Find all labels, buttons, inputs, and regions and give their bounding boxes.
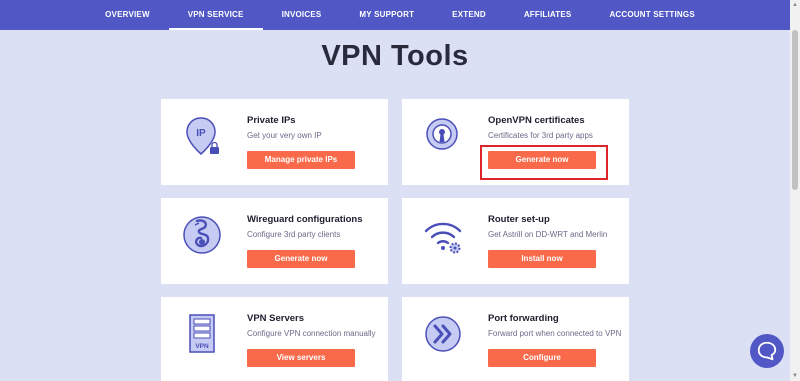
manage-private-ips-button[interactable]: Manage private IPs	[247, 151, 355, 169]
server-rack-icon: VPN	[181, 312, 225, 356]
nav-item-invoices[interactable]: INVOICES	[263, 0, 341, 30]
scroll-up-arrow-icon[interactable]: ▲	[790, 0, 800, 10]
card-title: Router set-up	[488, 214, 550, 225]
card-router-setup: Router set-up Get Astrill on DD-WRT and …	[402, 198, 629, 284]
scroll-down-arrow-icon[interactable]: ▼	[790, 371, 800, 381]
chat-bubble-icon	[757, 341, 777, 361]
card-description: Forward port when connected to VPN	[488, 329, 622, 338]
certificate-keyhole-icon	[422, 114, 466, 158]
scrollbar[interactable]: ▲ ▼	[790, 0, 800, 381]
pin-icon-label: IP	[196, 128, 206, 139]
double-chevron-right-icon	[422, 312, 466, 356]
card-title: Port forwarding	[488, 313, 559, 324]
card-title: Wireguard configurations	[247, 214, 363, 225]
card-title: VPN Servers	[247, 313, 305, 324]
install-now-button[interactable]: Install now	[488, 250, 596, 268]
card-vpn-servers: VPN VPN Servers Configure VPN connection…	[161, 297, 388, 381]
chat-button[interactable]	[750, 334, 784, 368]
page-title: VPN Tools	[321, 40, 469, 72]
nav-item-extend[interactable]: EXTEND	[433, 0, 505, 30]
nav-item-my-support[interactable]: MY SUPPORT	[340, 0, 433, 30]
card-wireguard-configurations: Wireguard configurations Configure 3rd p…	[161, 198, 388, 284]
wifi-gear-icon	[422, 213, 466, 257]
card-description: Get your very own IP	[247, 131, 322, 140]
card-description: Configure 3rd party clients	[247, 230, 341, 239]
server-icon-label: VPN	[195, 343, 209, 350]
scrollbar-thumb[interactable]	[792, 30, 798, 190]
top-navigation: OVERVIEW VPN SERVICE INVOICES MY SUPPORT…	[0, 0, 800, 30]
view-servers-button[interactable]: View servers	[247, 349, 355, 367]
card-description: Configure VPN connection manually	[247, 329, 376, 338]
wireguard-generate-now-button[interactable]: Generate now	[247, 250, 355, 268]
card-private-ips: IP Private IPs Get your very own IP Mana…	[161, 99, 388, 185]
nav-item-vpn-service[interactable]: VPN SERVICE	[168, 0, 263, 30]
card-title: OpenVPN certificates	[488, 115, 585, 126]
card-description: Get Astrill on DD-WRT and Merlin	[488, 230, 608, 239]
card-port-forwarding: Port forwarding Forward port when connec…	[402, 297, 629, 381]
card-description: Certificates for 3rd party apps	[488, 131, 593, 140]
nav-item-affiliates[interactable]: AFFILIATES	[505, 0, 591, 30]
nav-item-account-settings[interactable]: ACCOUNT SETTINGS	[590, 0, 713, 30]
nav-item-overview[interactable]: OVERVIEW	[86, 0, 169, 30]
card-openvpn-certificates: OpenVPN certificates Certificates for 3r…	[402, 99, 629, 185]
card-title: Private IPs	[247, 115, 296, 126]
location-pin-lock-icon: IP	[181, 114, 225, 158]
wireguard-dragon-icon	[181, 213, 225, 257]
configure-button[interactable]: Configure	[488, 349, 596, 367]
openvpn-generate-now-button[interactable]: Generate now	[488, 151, 596, 169]
